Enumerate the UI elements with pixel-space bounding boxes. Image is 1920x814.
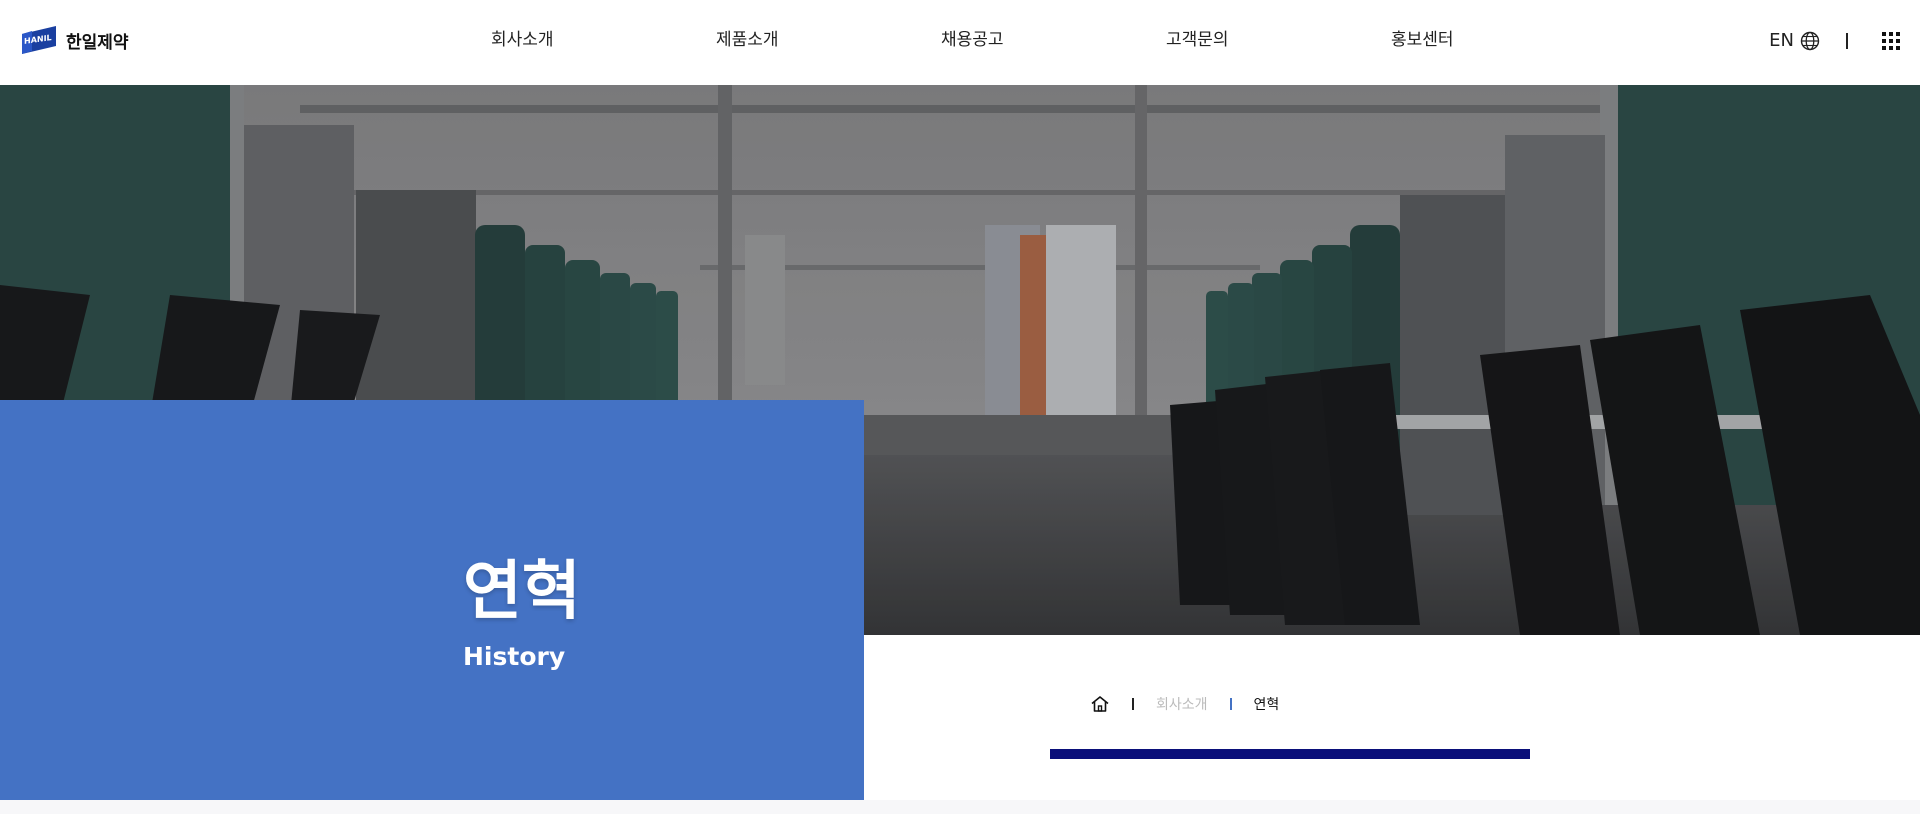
globe-icon bbox=[1800, 31, 1820, 50]
header-utilities: EN bbox=[1769, 30, 1900, 51]
nav-item-products[interactable]: 제품소개 bbox=[716, 25, 779, 50]
home-icon[interactable] bbox=[1090, 694, 1110, 714]
grid-menu-icon[interactable] bbox=[1882, 31, 1900, 50]
page-title: 연혁 bbox=[463, 555, 581, 629]
language-switch[interactable]: EN bbox=[1769, 30, 1820, 51]
nav-item-company[interactable]: 회사소개 bbox=[491, 25, 554, 50]
breadcrumb-current: 연혁 bbox=[1253, 697, 1280, 713]
breadcrumb-divider bbox=[1229, 698, 1232, 710]
language-label: EN bbox=[1769, 30, 1794, 51]
main-nav: 회사소개 제품소개 채용공고 고객문의 홍보센터 bbox=[0, 25, 1920, 55]
breadcrumb-section-link[interactable]: 회사소개 bbox=[1156, 694, 1208, 714]
nav-item-contact[interactable]: 고객문의 bbox=[1166, 25, 1229, 50]
content-area-top bbox=[0, 800, 1920, 814]
nav-item-pr-center[interactable]: 홍보센터 bbox=[1391, 25, 1454, 50]
nav-item-careers[interactable]: 채용공고 bbox=[941, 25, 1004, 50]
breadcrumb-divider bbox=[1132, 698, 1134, 710]
utility-divider bbox=[1846, 32, 1848, 49]
site-header: HANIL 한일제약 회사소개 제품소개 채용공고 고객문의 홍보센터 EN bbox=[0, 0, 1920, 85]
breadcrumb: 회사소개 연혁 bbox=[1090, 694, 1279, 714]
section-accent-bar bbox=[1050, 749, 1530, 759]
page-subtitle: History bbox=[463, 642, 566, 671]
page-title-box: 연혁 History bbox=[0, 400, 864, 800]
